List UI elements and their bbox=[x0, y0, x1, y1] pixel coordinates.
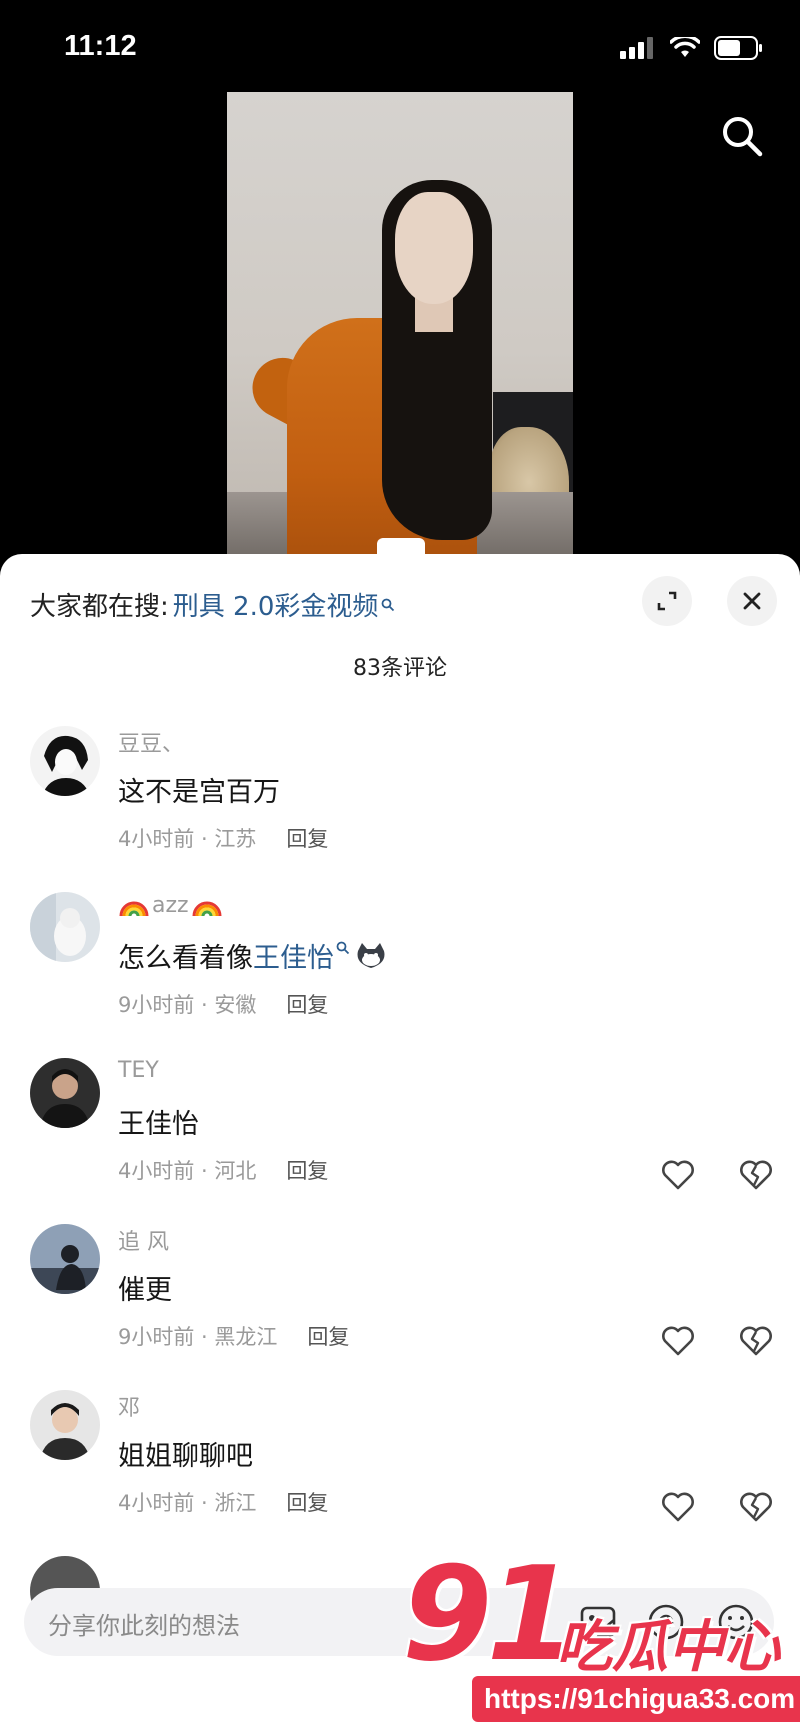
hot-search-prefix: 大家都在搜: bbox=[30, 592, 169, 622]
expand-icon bbox=[657, 591, 677, 611]
comment-text-content: 王佳怡 bbox=[118, 1109, 199, 1140]
like-button[interactable] bbox=[658, 1320, 698, 1360]
close-icon bbox=[743, 592, 761, 610]
comment-item: 豆豆、 这不是宫百万 4小时前 · 江苏 回复 bbox=[30, 726, 800, 892]
cat-sticker-icon bbox=[357, 942, 385, 968]
comment-input[interactable]: 分享你此刻的想法 bbox=[48, 1606, 240, 1641]
comment-item: 追 风 催更 9小时前 · 黑龙江 回复 bbox=[30, 1224, 800, 1390]
hot-search-bar[interactable]: 大家都在搜: 刑具 2.0彩金视频 bbox=[30, 586, 395, 623]
expand-button[interactable] bbox=[642, 576, 692, 626]
comment-meta: 9小时前 · 安徽 回复 bbox=[118, 989, 328, 1019]
close-button[interactable] bbox=[727, 576, 777, 626]
reply-button[interactable]: 回复 bbox=[286, 1155, 328, 1185]
reply-button[interactable]: 回复 bbox=[286, 1487, 328, 1517]
heart-icon bbox=[662, 1160, 694, 1190]
comment-author-name: azz bbox=[152, 892, 189, 918]
reply-button[interactable]: 回复 bbox=[307, 1321, 349, 1351]
dislike-button[interactable] bbox=[736, 1486, 776, 1526]
search-icon bbox=[723, 117, 763, 157]
comment-text: 怎么看着像 王佳怡 bbox=[118, 936, 388, 975]
comment-sheet: 大家都在搜: 刑具 2.0彩金视频 83条评论 豆豆、 这不是宫百万 4小时前 … bbox=[0, 554, 800, 1732]
status-icons bbox=[620, 36, 764, 60]
like-button[interactable] bbox=[658, 1486, 698, 1526]
comment-text: 王佳怡 bbox=[118, 1102, 199, 1141]
comment-author[interactable]: TEY bbox=[118, 1058, 159, 1083]
broken-heart-icon bbox=[740, 1492, 772, 1522]
avatar[interactable] bbox=[30, 1224, 100, 1294]
video-thumbnail[interactable] bbox=[227, 92, 573, 562]
comment-meta: 4小时前 · 浙江 回复 bbox=[118, 1487, 328, 1517]
avatar[interactable] bbox=[30, 726, 100, 796]
avatar[interactable] bbox=[30, 892, 100, 962]
status-time: 11:12 bbox=[64, 30, 137, 62]
comment-text-content: 怎么看着像 bbox=[118, 943, 253, 974]
watermark-url: https://91chigua33.com bbox=[472, 1676, 800, 1722]
watermark: 91 吃瓜中心 https://91chigua33.com bbox=[400, 1538, 800, 1732]
comment-text-content: 这不是宫百万 bbox=[118, 777, 280, 808]
watermark-number: 91 bbox=[402, 1538, 577, 1690]
broken-heart-icon bbox=[740, 1326, 772, 1356]
mini-search-icon bbox=[336, 941, 350, 954]
comment-text: 姐姐聊聊吧 bbox=[118, 1434, 253, 1473]
watermark-text: 吃瓜中心 bbox=[556, 1615, 780, 1680]
comment-item: TEY 王佳怡 4小时前 · 河北 回复 bbox=[30, 1058, 800, 1224]
reply-button[interactable]: 回复 bbox=[286, 823, 328, 853]
comment-item: azz 怎么看着像 王佳怡 9小时前 · 安徽 回复 bbox=[30, 892, 800, 1058]
comment-meta: 4小时前 · 河北 回复 bbox=[118, 1155, 328, 1185]
comment-time-location: 4小时前 · 河北 bbox=[118, 1159, 257, 1183]
comment-time-location: 9小时前 · 安徽 bbox=[118, 993, 257, 1017]
comment-text-content: 催更 bbox=[118, 1275, 172, 1306]
comment-text: 催更 bbox=[118, 1268, 172, 1307]
hot-search-keyword[interactable]: 刑具 2.0彩金视频 bbox=[173, 586, 379, 623]
heart-icon bbox=[662, 1492, 694, 1522]
avatar[interactable] bbox=[30, 1390, 100, 1460]
video-person-face bbox=[395, 192, 473, 304]
comment-time-location: 4小时前 · 浙江 bbox=[118, 1491, 257, 1515]
like-button[interactable] bbox=[658, 1154, 698, 1194]
dislike-button[interactable] bbox=[736, 1320, 776, 1360]
rainbow-icon bbox=[119, 901, 149, 917]
reply-button[interactable]: 回复 bbox=[286, 989, 328, 1019]
broken-heart-icon bbox=[740, 1160, 772, 1190]
avatar[interactable] bbox=[30, 1058, 100, 1128]
search-button[interactable] bbox=[714, 108, 770, 164]
status-bar: 11:12 bbox=[0, 0, 800, 90]
comment-meta: 4小时前 · 江苏 回复 bbox=[118, 823, 328, 853]
rainbow-icon bbox=[192, 901, 222, 917]
battery-icon bbox=[714, 36, 762, 60]
comment-count: 83条评论 bbox=[353, 656, 447, 681]
comment-item: 邓 姐姐聊聊吧 4小时前 · 浙江 回复 bbox=[30, 1390, 800, 1556]
comment-author[interactable]: 追 风 bbox=[118, 1224, 169, 1256]
comment-author[interactable]: 豆豆、 bbox=[118, 726, 184, 758]
mini-search-icon bbox=[381, 598, 395, 611]
comment-author[interactable]: 邓 bbox=[118, 1390, 140, 1422]
heart-icon bbox=[662, 1326, 694, 1356]
comment-search-link[interactable]: 王佳怡 bbox=[253, 936, 334, 975]
signal-icon bbox=[620, 37, 653, 59]
comment-author[interactable]: azz bbox=[118, 892, 223, 918]
comment-time-location: 4小时前 · 江苏 bbox=[118, 827, 257, 851]
comment-time-location: 9小时前 · 黑龙江 bbox=[118, 1325, 278, 1349]
comment-meta: 9小时前 · 黑龙江 回复 bbox=[118, 1321, 349, 1351]
dislike-button[interactable] bbox=[736, 1154, 776, 1194]
wifi-icon bbox=[670, 37, 700, 57]
comment-text: 这不是宫百万 bbox=[118, 770, 280, 809]
comment-text-content: 姐姐聊聊吧 bbox=[118, 1441, 253, 1472]
